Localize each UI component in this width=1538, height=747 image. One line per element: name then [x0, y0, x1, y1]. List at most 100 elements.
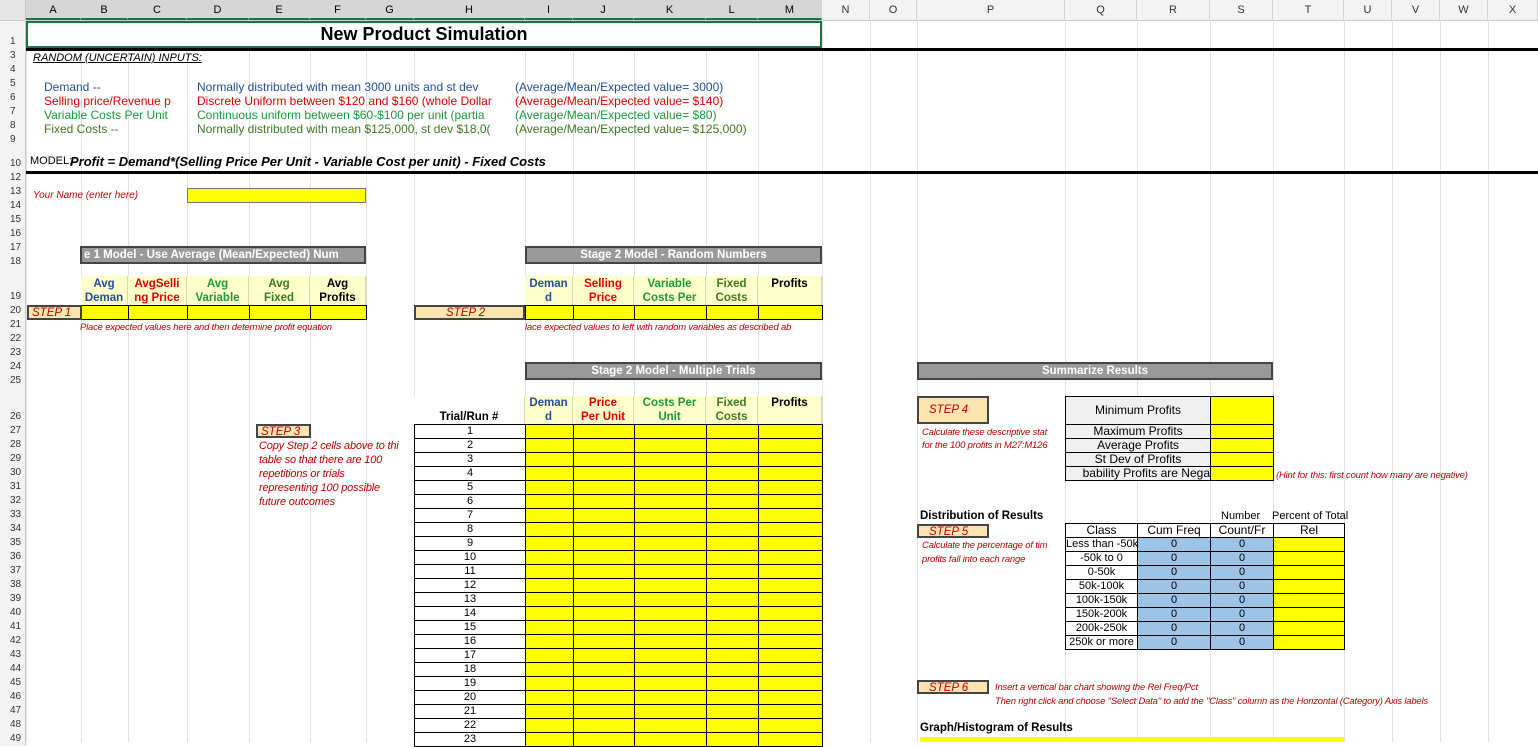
- trial-cell[interactable]: [706, 620, 759, 635]
- select-all-corner[interactable]: [0, 0, 26, 20]
- trial-cell[interactable]: [758, 508, 823, 523]
- row-header-25[interactable]: 25: [0, 374, 26, 388]
- trial-cell[interactable]: [573, 466, 635, 481]
- trial-cell[interactable]: [525, 662, 574, 677]
- your-name-input[interactable]: [187, 188, 366, 203]
- row-header-19[interactable]: 19: [0, 269, 26, 304]
- trial-cell[interactable]: [758, 704, 823, 719]
- trial-cell[interactable]: [525, 732, 574, 747]
- row-header-15[interactable]: 15: [0, 213, 26, 227]
- column-header-m[interactable]: M: [758, 0, 822, 20]
- trial-cell[interactable]: [525, 508, 574, 523]
- column-header-e[interactable]: E: [249, 0, 310, 20]
- trial-cell[interactable]: [573, 480, 635, 495]
- trial-cell[interactable]: [573, 676, 635, 691]
- row-header-37[interactable]: 37: [0, 564, 26, 578]
- rel-freq-cell[interactable]: [1273, 593, 1345, 608]
- count-cell[interactable]: 0: [1210, 565, 1274, 580]
- rel-freq-cell[interactable]: [1273, 565, 1345, 580]
- row-header-24[interactable]: 24: [0, 360, 26, 374]
- row-header-29[interactable]: 29: [0, 452, 26, 466]
- column-header-h[interactable]: H: [414, 0, 525, 20]
- trial-cell[interactable]: [758, 564, 823, 579]
- trial-cell[interactable]: [706, 606, 759, 621]
- trial-cell[interactable]: [758, 578, 823, 593]
- trial-cell[interactable]: [706, 550, 759, 565]
- row-header-41[interactable]: 41: [0, 620, 26, 634]
- summary-value-cell[interactable]: [1210, 452, 1274, 467]
- column-header-o[interactable]: O: [870, 0, 917, 20]
- trial-cell[interactable]: [573, 452, 635, 467]
- trial-cell[interactable]: [634, 480, 707, 495]
- column-header-k[interactable]: K: [634, 0, 706, 20]
- stage1-input-cell[interactable]: [128, 305, 188, 320]
- trial-cell[interactable]: [706, 480, 759, 495]
- trial-cell[interactable]: [706, 704, 759, 719]
- graph-area[interactable]: [920, 737, 1344, 742]
- trial-cell[interactable]: [573, 662, 635, 677]
- trial-cell[interactable]: [525, 606, 574, 621]
- stage2-input-cell[interactable]: [525, 305, 574, 320]
- trial-cell[interactable]: [758, 620, 823, 635]
- trial-cell[interactable]: [573, 508, 635, 523]
- stage2-input-cell[interactable]: [634, 305, 707, 320]
- trial-cell[interactable]: [706, 452, 759, 467]
- row-header-22[interactable]: 22: [0, 332, 26, 346]
- trial-cell[interactable]: [758, 732, 823, 747]
- trial-cell[interactable]: [758, 438, 823, 453]
- row-header-34[interactable]: 34: [0, 522, 26, 536]
- rel-freq-cell[interactable]: [1273, 621, 1345, 636]
- count-cell[interactable]: 0: [1210, 537, 1274, 552]
- column-header-t[interactable]: T: [1273, 0, 1344, 20]
- trial-cell[interactable]: [758, 676, 823, 691]
- trial-cell[interactable]: [706, 690, 759, 705]
- row-header-20[interactable]: 20: [0, 304, 26, 318]
- trial-cell[interactable]: [706, 522, 759, 537]
- trial-cell[interactable]: [525, 480, 574, 495]
- row-header-42[interactable]: 42: [0, 634, 26, 648]
- trial-cell[interactable]: [758, 466, 823, 481]
- row-header-31[interactable]: 31: [0, 480, 26, 494]
- trial-cell[interactable]: [573, 592, 635, 607]
- row-header-9[interactable]: 9: [0, 133, 26, 147]
- row-header-33[interactable]: 33: [0, 508, 26, 522]
- column-header-v[interactable]: V: [1392, 0, 1440, 20]
- row-header-39[interactable]: 39: [0, 592, 26, 606]
- column-header-r[interactable]: R: [1137, 0, 1210, 20]
- column-header-s[interactable]: S: [1210, 0, 1273, 20]
- trial-cell[interactable]: [525, 466, 574, 481]
- stage1-input-cell[interactable]: [310, 305, 367, 320]
- count-cell[interactable]: 0: [1210, 551, 1274, 566]
- row-header-49[interactable]: 49: [0, 732, 26, 746]
- trial-cell[interactable]: [634, 634, 707, 649]
- cum-freq-cell[interactable]: 0: [1137, 635, 1211, 650]
- row-header-32[interactable]: 32: [0, 494, 26, 508]
- trial-cell[interactable]: [634, 690, 707, 705]
- trial-cell[interactable]: [525, 536, 574, 551]
- column-header-l[interactable]: L: [706, 0, 758, 20]
- row-header-26[interactable]: 26: [0, 388, 26, 424]
- trial-cell[interactable]: [634, 452, 707, 467]
- trial-cell[interactable]: [706, 564, 759, 579]
- row-header-10[interactable]: 10: [0, 147, 26, 171]
- trial-cell[interactable]: [573, 732, 635, 747]
- stage1-input-cell[interactable]: [249, 305, 311, 320]
- trial-cell[interactable]: [706, 634, 759, 649]
- trial-cell[interactable]: [634, 494, 707, 509]
- row-header-5[interactable]: 5: [0, 77, 26, 91]
- trial-cell[interactable]: [758, 424, 823, 439]
- stage1-input-cell[interactable]: [187, 305, 250, 320]
- row-header-35[interactable]: 35: [0, 536, 26, 550]
- trial-cell[interactable]: [758, 494, 823, 509]
- row-header-21[interactable]: 21: [0, 318, 26, 332]
- trial-cell[interactable]: [706, 676, 759, 691]
- trial-cell[interactable]: [634, 466, 707, 481]
- row-header-14[interactable]: 14: [0, 199, 26, 213]
- row-header-6[interactable]: 6: [0, 91, 26, 105]
- column-header-p[interactable]: P: [917, 0, 1065, 20]
- trial-cell[interactable]: [634, 508, 707, 523]
- summary-value-cell[interactable]: [1210, 466, 1274, 481]
- trial-cell[interactable]: [758, 690, 823, 705]
- rel-freq-cell[interactable]: [1273, 635, 1345, 650]
- rel-freq-cell[interactable]: [1273, 551, 1345, 566]
